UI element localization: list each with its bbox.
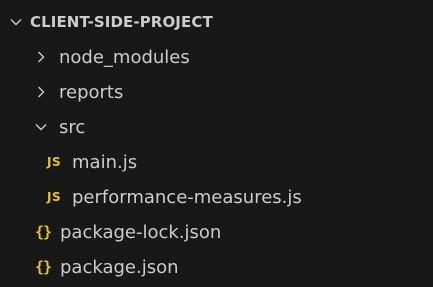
js-file-icon: JS — [47, 155, 62, 169]
file-label: package-lock.json — [60, 221, 222, 243]
file-package-lock-json[interactable]: {} package-lock.json — [0, 215, 433, 249]
file-performance-measures-js[interactable]: JS performance-measures.js — [0, 180, 433, 214]
chevron-right-icon — [33, 49, 49, 65]
file-label: main.js — [72, 151, 138, 173]
folder-label: src — [59, 116, 86, 138]
folder-src[interactable]: src — [0, 110, 433, 144]
folder-label: reports — [59, 81, 124, 103]
chevron-down-icon — [8, 14, 24, 30]
file-main-js[interactable]: JS main.js — [0, 145, 433, 179]
chevron-right-icon — [33, 84, 49, 100]
folder-label: node_modules — [59, 46, 190, 68]
file-label: package.json — [60, 256, 179, 278]
json-file-icon: {} — [35, 258, 52, 276]
file-package-json[interactable]: {} package.json — [0, 250, 433, 284]
chevron-down-icon — [33, 119, 49, 135]
file-label: performance-measures.js — [72, 186, 302, 208]
root-folder-label: CLIENT-SIDE-PROJECT — [30, 13, 213, 31]
folder-node-modules[interactable]: node_modules — [0, 40, 433, 74]
js-file-icon: JS — [47, 190, 62, 204]
folder-reports[interactable]: reports — [0, 75, 433, 109]
explorer-root-folder[interactable]: CLIENT-SIDE-PROJECT — [0, 5, 433, 39]
json-file-icon: {} — [35, 223, 52, 241]
file-explorer: CLIENT-SIDE-PROJECT node_modules reports… — [0, 0, 433, 287]
